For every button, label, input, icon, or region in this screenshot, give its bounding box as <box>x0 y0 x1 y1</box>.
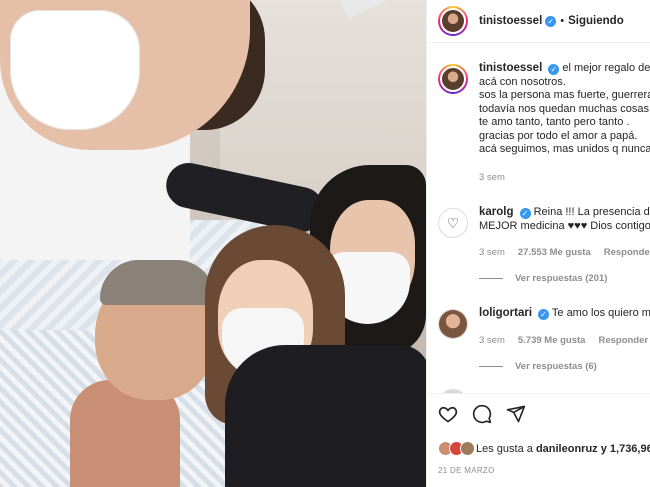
caption-text: tinistoessel ✓ el mejor regalo de cu <box>479 62 650 76</box>
verified-icon: ✓ <box>548 64 560 75</box>
liker-avatars <box>438 441 475 456</box>
like-icon[interactable] <box>438 404 458 424</box>
comment-meta: 3 sem 5.739 Me gusta Responder <box>479 335 650 346</box>
post-header: tinistoessel ✓ • Siguiendo <box>427 0 650 43</box>
post-date[interactable]: 21 DE MARZO <box>438 466 495 475</box>
verified-icon: ✓ <box>538 309 550 320</box>
timestamp[interactable]: 3 sem <box>479 172 505 183</box>
caption-line: acá seguimos, mas unidos q nunca <box>479 143 650 155</box>
post-sidebar: tinistoessel ✓ • Siguiendo tinistoessel ✓… <box>426 0 650 487</box>
caption-line: acá con nosotros. <box>479 75 566 88</box>
timestamp[interactable]: 3 sem <box>479 247 505 258</box>
comment-line: MEJOR medicina ♥♥♥ Dios contigo <box>479 219 650 232</box>
caption-line: sos la persona mas fuerte, guerrera <box>479 89 650 101</box>
comment-icon[interactable] <box>472 404 492 424</box>
caption-meta: 3 sem <box>479 172 650 183</box>
following-button[interactable]: Siguiendo <box>568 15 624 27</box>
caption-line: gracias por todo el amor a papá. <box>479 129 638 142</box>
view-replies-button[interactable]: Ver respuestas (201) <box>479 273 650 284</box>
like-count[interactable]: 5.739 Me gusta <box>518 335 586 346</box>
divider <box>427 393 650 394</box>
reply-button[interactable]: Responder <box>598 335 648 346</box>
avatar <box>460 441 475 456</box>
view-replies-label: Ver respuestas (6) <box>515 360 597 372</box>
view-replies-button[interactable]: Ver respuestas (6) <box>479 361 650 372</box>
action-bar <box>438 404 526 424</box>
avatar[interactable] <box>438 309 468 339</box>
avatar[interactable]: ♡ <box>438 208 468 238</box>
comment-meta: 3 sem 27.553 Me gusta Responder <box>479 247 650 258</box>
black-jacket <box>225 345 426 487</box>
face-mask <box>10 10 140 130</box>
reply-button[interactable]: Responder <box>604 247 650 258</box>
caption-line: todavía nos quedan muchas cosas p <box>479 102 650 115</box>
patient-hair <box>100 260 215 305</box>
comment-line: Te amo los quiero mu <box>551 307 650 319</box>
comment-text: karolg ✓ Reina !!! La presencia de la <box>479 206 650 220</box>
comment: ♡ karolg ✓ Reina !!! La presencia de la M… <box>427 206 650 284</box>
liked-by-username[interactable]: danileonruz <box>536 443 598 455</box>
avatar[interactable] <box>438 64 468 94</box>
likes-prefix: Les gusta a <box>476 442 536 455</box>
comment-text: loligortari ✓ Te amo los quiero mu <box>479 307 650 321</box>
divider <box>479 278 503 279</box>
share-icon[interactable] <box>506 404 526 424</box>
verified-icon: ✓ <box>545 15 557 27</box>
comment: loligortari ✓ Te amo los quiero mu 3 sem … <box>427 307 650 372</box>
likes-summary[interactable]: Les gusta a danileonruz y 1,736,96 <box>438 441 650 456</box>
comment-line: Reina !!! La presencia de la <box>533 206 650 218</box>
username[interactable]: tinistoessel <box>479 15 542 27</box>
divider <box>479 365 503 367</box>
caption-line: el mejor regalo de cu <box>562 62 650 74</box>
separator: • <box>560 15 565 27</box>
comments-list[interactable]: tinistoessel ✓ el mejor regalo de cu acá … <box>427 43 650 393</box>
caption: tinistoessel ✓ el mejor regalo de cu acá … <box>427 62 650 183</box>
view-replies-label: Ver respuestas (201) <box>515 273 608 284</box>
username[interactable]: tinistoessel <box>479 62 542 74</box>
like-count[interactable]: 27.553 Me gusta <box>518 247 591 258</box>
caption-line: te amo tanto, tanto pero tanto . <box>479 116 630 128</box>
verified-icon: ✓ <box>519 208 531 219</box>
post-photo[interactable] <box>0 0 426 487</box>
username[interactable]: karolg <box>479 206 514 218</box>
timestamp[interactable]: 3 sem <box>479 335 505 346</box>
username[interactable]: loligortari <box>479 307 532 319</box>
avatar[interactable] <box>438 6 468 36</box>
likes-suffix[interactable]: y 1,736,96 <box>598 443 650 455</box>
heart-logo-icon: ♡ <box>446 214 460 231</box>
